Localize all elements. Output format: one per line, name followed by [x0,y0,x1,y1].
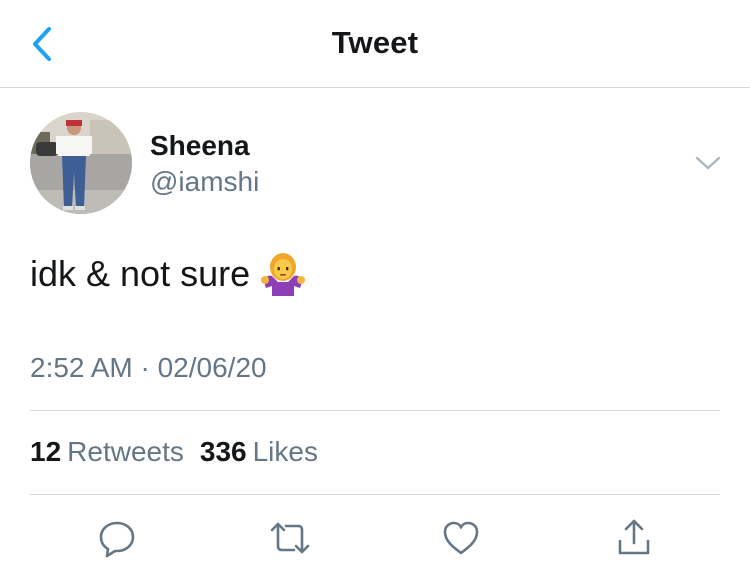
reply-icon [99,521,135,558]
engagement-stats: 12 Retweets 336 Likes [30,436,318,468]
page-title: Tweet [331,25,419,60]
retweet-count: 12 [30,436,62,467]
tweet-timestamp[interactable]: 2:52 AM · 02/06/20 [30,352,267,384]
person-shrugging-emoji [260,252,306,296]
author-handle[interactable]: @iamshi [150,166,259,198]
avatar[interactable] [30,112,132,214]
share-button[interactable] [612,516,656,560]
like-button[interactable] [439,516,483,560]
share-icon [618,519,650,555]
author-name[interactable]: Sheena [150,130,250,162]
like-label: Likes [252,436,318,467]
likes-stat[interactable]: 336 Likes [200,436,318,468]
divider [30,410,720,411]
heart-icon [443,521,479,555]
tweet-detail-screen: Tweet Sheena @iamshi idk & not sure 2:52… [0,0,750,576]
tweet-text-content: idk & not sure [30,253,251,294]
tweet-text: idk & not sure [30,252,306,296]
retweet-button[interactable] [268,516,312,560]
divider [30,494,720,495]
nav-header: Tweet [0,0,750,88]
retweet-icon [270,522,310,554]
avatar-photo [30,112,132,214]
like-count: 336 [199,436,247,467]
retweets-stat[interactable]: 12 Retweets [30,436,184,468]
retweet-label: Retweets [67,436,184,467]
reply-button[interactable] [95,516,139,560]
chevron-down-icon [695,156,721,170]
more-options-button[interactable] [692,150,724,176]
